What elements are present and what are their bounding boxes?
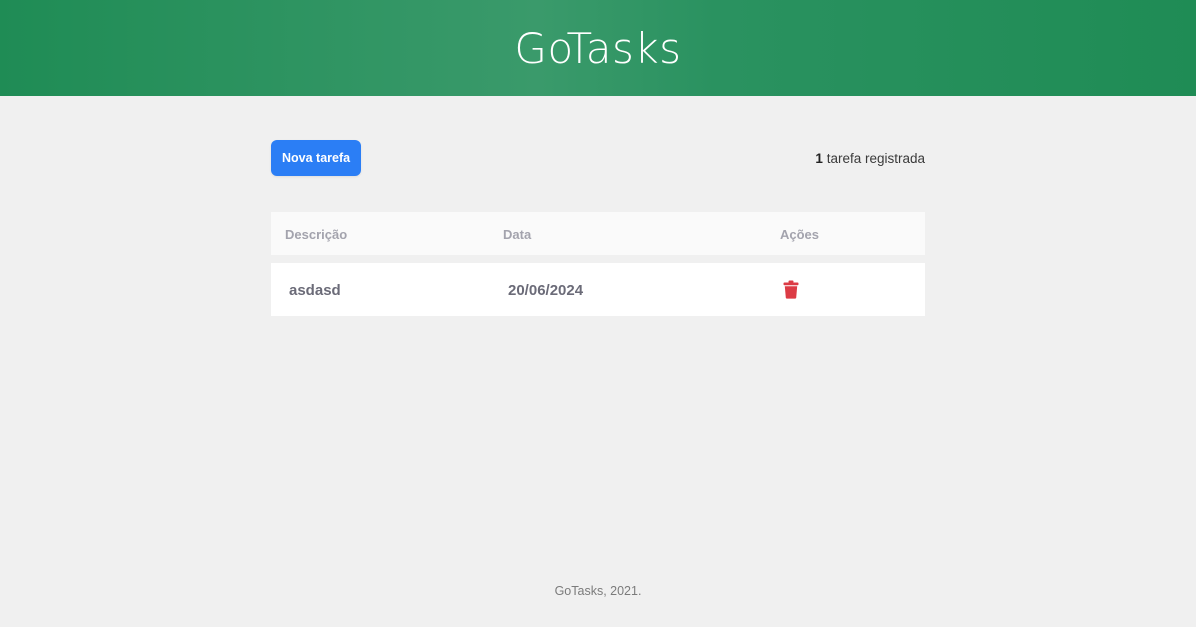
app-header: GoTasks [0, 0, 1196, 96]
new-task-button[interactable]: Nova tarefa [271, 140, 362, 176]
trash-icon [783, 280, 799, 299]
toolbar: Nova tarefa 1 tarefa registrada [271, 140, 925, 176]
delete-task-button[interactable] [781, 279, 801, 299]
task-description: asdasd [289, 282, 341, 299]
column-header-actions: Ações [780, 227, 820, 242]
footer-text: GoTasks, 2021. [554, 584, 642, 598]
task-count: 1 tarefa registrada [815, 151, 925, 166]
task-date: 20/06/2024 [508, 282, 584, 299]
table-header: Descrição Data Ações [271, 212, 925, 255]
column-header-description: Descrição [285, 227, 348, 242]
task-count-label: tarefa registrada [822, 150, 925, 166]
column-header-date: Data [503, 227, 532, 242]
app-title: GoTasks [514, 24, 682, 73]
task-count-number: 1 [815, 150, 823, 166]
footer: GoTasks, 2021. [0, 584, 1196, 598]
table-row: asdasd 20/06/2024 [271, 263, 925, 316]
